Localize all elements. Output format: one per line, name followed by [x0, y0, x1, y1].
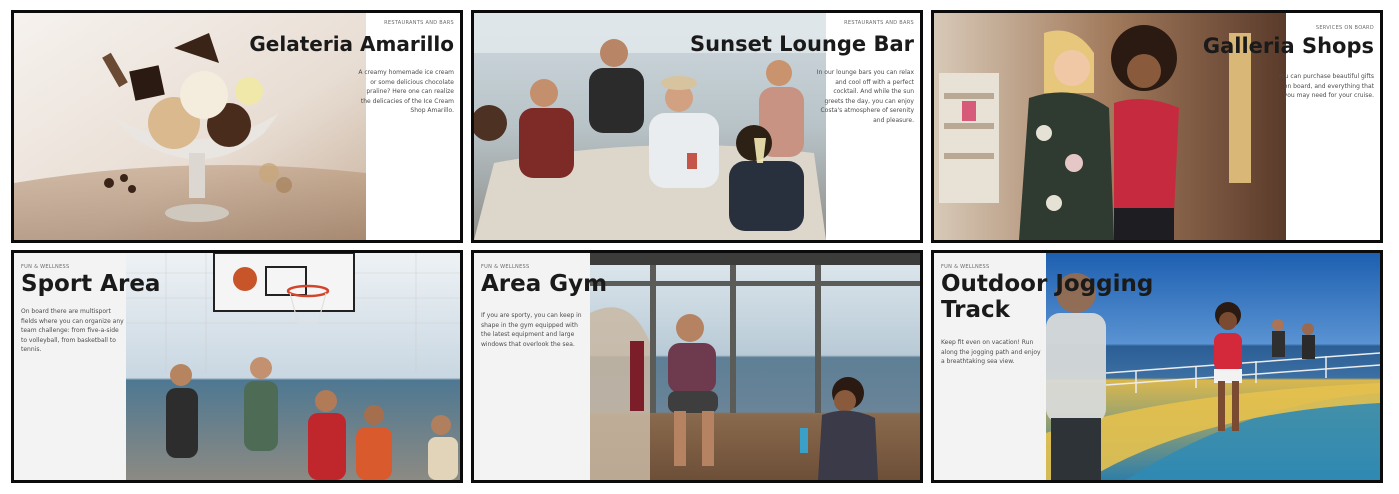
card-title-line-2: Track [941, 296, 1010, 323]
category-label: RESTAURANTS AND BARS [844, 20, 914, 26]
card-description: A creamy homemade ice cream or some deli… [358, 69, 454, 114]
card-gelateria-amarillo[interactable]: RESTAURANTS AND BARS Gelateria Amarillo … [11, 10, 463, 243]
card-title: Sport Area [21, 271, 161, 297]
card-outdoor-jogging-track[interactable]: FUN & WELLNESS Outdoor Jogging Track Kee… [931, 250, 1383, 483]
card-title: Area Gym [481, 271, 608, 297]
category-label: FUN & WELLNESS [941, 264, 990, 270]
card-title: Gelateria Amarillo [249, 32, 454, 56]
card-description: In our lounge bars you can relax and coo… [816, 69, 914, 124]
card-title-line-1: Outdoor Jogging [941, 271, 1154, 297]
card-sunset-lounge-bar[interactable]: RESTAURANTS AND BARS Sunset Lounge Bar I… [471, 10, 923, 243]
card-description: On board there are multisport fields whe… [21, 308, 124, 353]
basketball-photo [126, 253, 460, 480]
card-area-gym[interactable]: FUN & WELLNESS Area Gym If you are sport… [471, 250, 923, 483]
card-sport-area[interactable]: FUN & WELLNESS Sport Area On board there… [11, 250, 463, 483]
card-description: If you are sporty, you can keep in shape… [481, 312, 582, 348]
card-galleria-shops[interactable]: SERVICES ON BOARD Galleria Shops You can… [931, 10, 1383, 243]
card-description: Keep fit even on vacation! Run along the… [941, 339, 1041, 365]
card-title: Galleria Shops [1202, 34, 1374, 58]
category-label: FUN & WELLNESS [481, 264, 530, 270]
card-title: Outdoor Jogging Track [941, 271, 1154, 324]
gym-photo [590, 253, 920, 480]
category-label: FUN & WELLNESS [21, 264, 70, 270]
card-description: You can purchase beautiful gifts on boar… [1278, 73, 1374, 99]
category-label: RESTAURANTS AND BARS [384, 20, 454, 26]
category-label: SERVICES ON BOARD [1315, 25, 1374, 31]
card-title: Sunset Lounge Bar [690, 32, 914, 56]
